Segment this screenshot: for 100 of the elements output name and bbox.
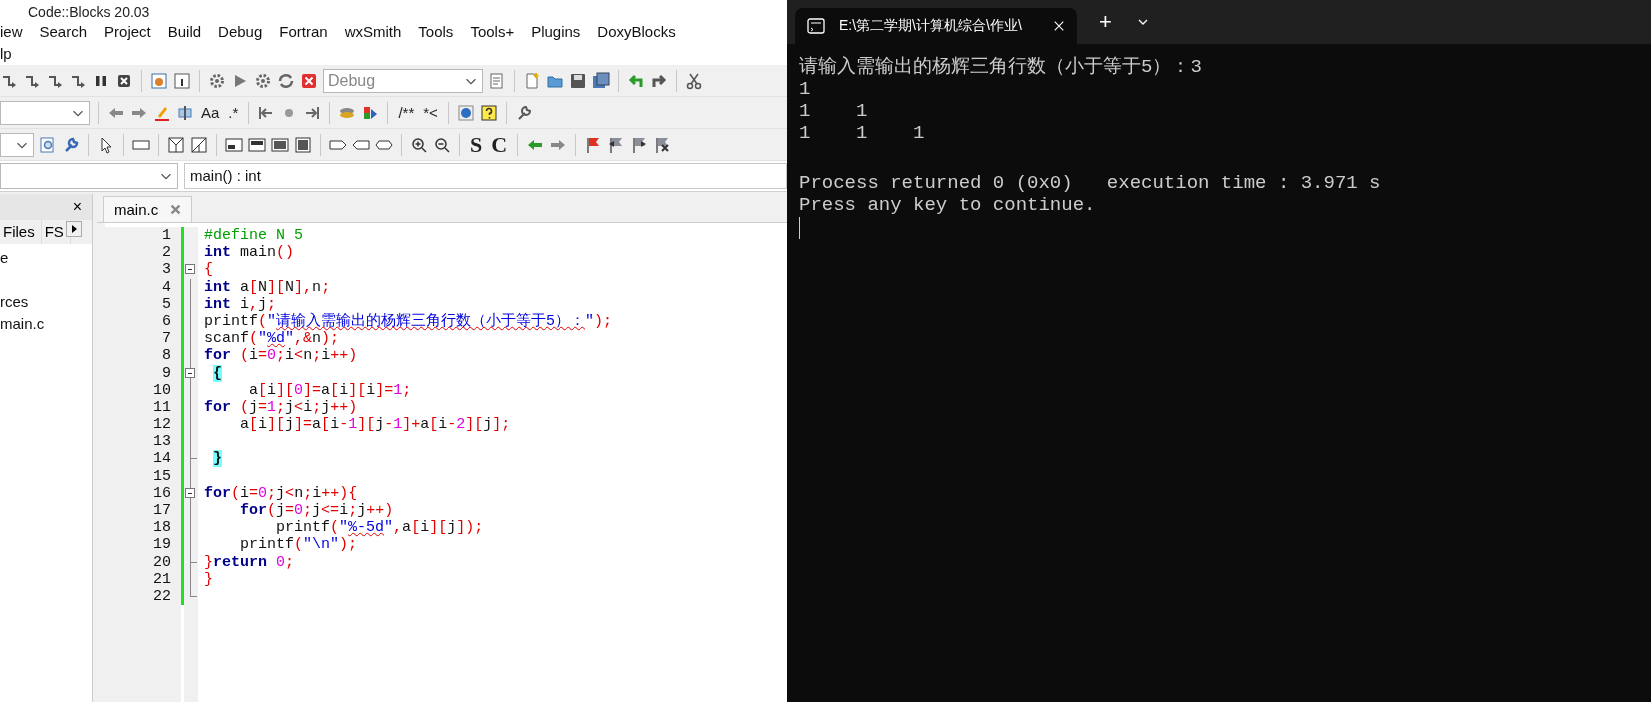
text-cursor: [799, 217, 800, 239]
code-line: printf("\n");: [239, 536, 359, 554]
code-line: int main(): [204, 244, 296, 262]
menu-item[interactable]: wxSmith: [344, 22, 402, 42]
code-line: printf("请输入需输出的杨辉三角行数（小于等于5）：");: [204, 312, 614, 331]
line-number: 5: [161, 295, 171, 313]
line-number: 22: [152, 587, 171, 606]
scroll-right-button[interactable]: [65, 221, 82, 237]
close-button[interactable]: ×: [72, 198, 82, 216]
line-number: 4: [161, 278, 171, 296]
help-icon[interactable]: [479, 103, 498, 122]
code-line: printf("%-5d",a[i][j]);: [275, 519, 485, 537]
new-tab-button[interactable]: +: [1091, 4, 1120, 40]
fold-toggle[interactable]: [185, 264, 195, 275]
line-number: 9: [161, 364, 171, 382]
line-number: 15: [152, 467, 171, 485]
code-line: for (i=0;i<n;i++): [204, 347, 359, 365]
terminal-line: 请输入需输出的杨辉三角行数（小于等于5）：3: [799, 56, 1203, 78]
terminal-line: 1: [799, 78, 812, 100]
dropdown[interactable]: [0, 132, 34, 157]
flag-clear-icon[interactable]: [653, 135, 672, 154]
line-number: 13: [152, 433, 171, 451]
build-target-dropdown[interactable]: Debug: [323, 68, 483, 93]
toolbar-button[interactable]: S: [468, 131, 485, 158]
code-line: a[i][j]=a[i-1][j-1]+a[i-2][j];: [239, 416, 512, 434]
code-line: int a[N][N],n;: [204, 278, 332, 296]
window-title: Code::Blocks 20.03: [28, 5, 150, 20]
replace-icon[interactable]: [176, 103, 194, 122]
tree-item[interactable]: rces: [0, 291, 92, 313]
menu-item[interactable]: Project: [104, 22, 151, 42]
gear-icon[interactable]: [254, 71, 272, 90]
scissors-icon[interactable]: [685, 71, 703, 90]
line-number: 6: [161, 312, 171, 331]
code-line: for (j=1;j<i;j++): [204, 398, 359, 417]
line-number: 18: [152, 519, 171, 537]
toolbar-button[interactable]: Aa: [199, 104, 222, 121]
tree-item[interactable]: e: [0, 247, 92, 269]
line-number: 10: [152, 381, 171, 399]
function-dropdown[interactable]: main() : int: [184, 163, 787, 189]
line-number: 16: [152, 484, 171, 502]
find-file-icon[interactable]: [39, 135, 57, 154]
code-line: for(j=0;j<=i;j++): [239, 502, 395, 520]
toolbar-button[interactable]: *<: [421, 104, 440, 121]
code-line: int i,j;: [204, 295, 277, 313]
code-line: scanf("%d",&n);: [204, 330, 341, 348]
toolbar-button[interactable]: .*: [226, 104, 241, 121]
layout-icon[interactable]: [225, 135, 243, 154]
menu-item[interactable]: Tools: [418, 22, 454, 42]
zoom-in-icon[interactable]: [410, 135, 428, 154]
block-icon[interactable]: [167, 135, 185, 154]
block-icon[interactable]: [190, 135, 208, 154]
terminal-tab[interactable]: E:\第二学期\计算机综合\作业\: [795, 8, 1077, 44]
rebuild-icon[interactable]: [277, 71, 295, 90]
console-icon: [807, 18, 825, 34]
menu-item[interactable]: Build: [167, 22, 202, 42]
fold-toggle[interactable]: [185, 367, 195, 378]
menu-item[interactable]: Plugins: [531, 22, 581, 42]
abort-icon[interactable]: [300, 71, 318, 90]
line-number: 14: [152, 450, 171, 468]
code-line: }: [204, 570, 214, 588]
menu-item[interactable]: Debug: [218, 22, 263, 42]
line-number: 19: [152, 536, 171, 554]
layout-icon[interactable]: [271, 135, 289, 154]
bug-icon[interactable]: [150, 71, 168, 90]
gear-icon[interactable]: [208, 71, 226, 90]
toolbar-button[interactable]: C: [489, 131, 510, 158]
line-number: 21: [152, 570, 171, 588]
info-icon[interactable]: [173, 71, 191, 90]
line-number: 3: [161, 261, 171, 279]
menu-item[interactable]: Fortran: [279, 22, 328, 42]
layout-icon[interactable]: [294, 135, 312, 154]
zoom-out-icon[interactable]: [433, 135, 451, 154]
file-tab[interactable]: main.c: [103, 196, 193, 222]
save-icon[interactable]: [569, 71, 587, 90]
menu-item[interactable]: iew: [0, 22, 23, 42]
line-number: 17: [152, 502, 171, 520]
code-line: #define N 5: [204, 227, 305, 245]
terminal-line: 1 1 1: [799, 122, 926, 144]
line-number: 11: [152, 398, 171, 417]
code-line: {: [204, 261, 214, 279]
menu-item[interactable]: lp: [0, 44, 12, 64]
line-number: 2: [161, 244, 171, 262]
line-number: 7: [161, 330, 171, 348]
globe-icon[interactable]: [456, 103, 475, 122]
line-number: 1: [161, 227, 171, 245]
toolbar-button[interactable]: /**: [396, 104, 417, 121]
line-number: 20: [152, 553, 171, 571]
panel-tab[interactable]: Files: [0, 220, 42, 244]
code-line: for(i=0;j<n;i++){: [204, 484, 359, 502]
save-all-icon[interactable]: [592, 71, 610, 90]
menu-item[interactable]: Search: [39, 22, 88, 42]
layout-icon[interactable]: [248, 135, 266, 154]
menu-item[interactable]: DoxyBlocks: [597, 22, 676, 42]
line-number: 8: [161, 347, 171, 365]
menu-item[interactable]: Tools+: [470, 22, 515, 42]
code-line: a[i][0]=a[i][i]=1;: [248, 381, 413, 399]
tree-item[interactable]: main.c: [0, 313, 92, 335]
fold-toggle[interactable]: [185, 487, 195, 498]
terminal-line: 1 1: [799, 100, 869, 122]
terminal-line: Press any key to continue.: [799, 194, 1097, 216]
